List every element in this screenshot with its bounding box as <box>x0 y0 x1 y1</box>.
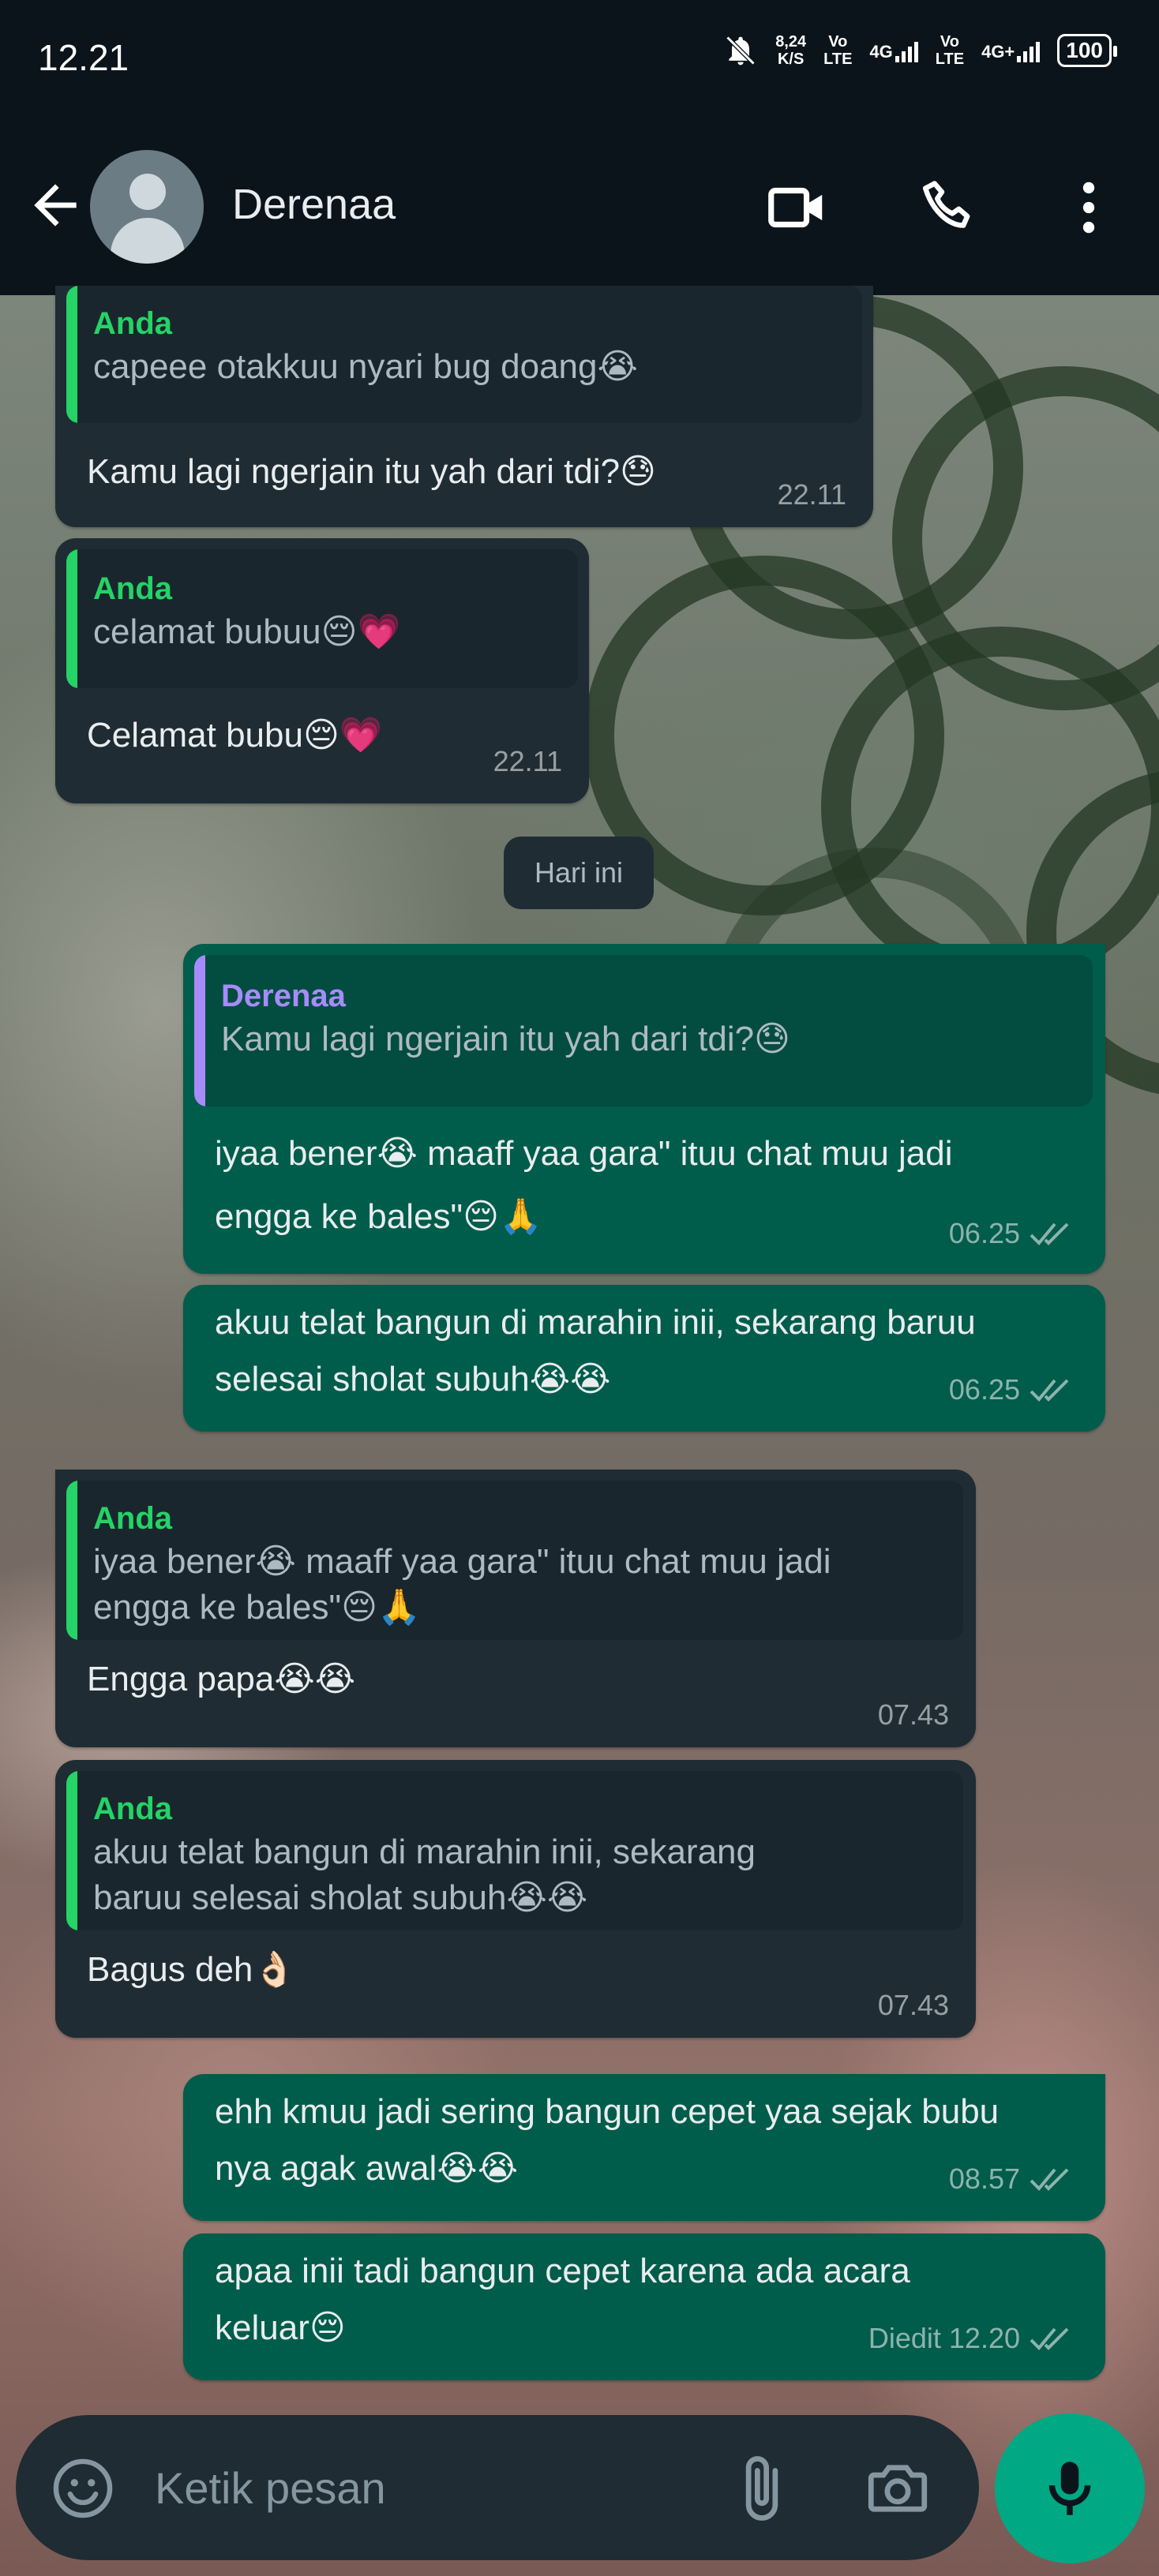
avatar[interactable] <box>90 150 204 264</box>
status-time: 12.21 <box>38 37 129 78</box>
message-bubble-incoming[interactable]: Anda iyaa bener😭 maaff yaa gara" ituu ch… <box>55 1470 976 1747</box>
message-text: apaa inii tadi bangun cepet karena ada a… <box>215 2252 910 2347</box>
message-text: iyaa bener😭 maaff yaa gara" ituu chat mu… <box>215 1134 953 1236</box>
back-arrow-icon[interactable] <box>24 174 87 237</box>
message-bubble-incoming[interactable]: Anda akuu telat bangun di marahin inii, … <box>55 1760 976 2038</box>
signal-icon-2: 4G+ <box>981 39 1041 62</box>
quoted-message[interactable]: Anda capeee otakkuu nyari bug doang😭 <box>66 286 862 423</box>
emoji-icon[interactable] <box>49 2454 117 2522</box>
quoted-message[interactable]: Anda celamat bubuu😔💗 <box>66 549 578 688</box>
message-input[interactable]: Ketik pesan <box>155 2462 386 2514</box>
volte-badge-1: Vo LTE <box>823 33 853 68</box>
message-time: 06.25 <box>949 1217 1078 1250</box>
double-check-icon <box>1030 1222 1069 1245</box>
message-text: akuu telat bangun di marahin inii, sekar… <box>215 1303 976 1398</box>
mute-bell-icon <box>726 36 756 66</box>
date-separator: Hari ini <box>504 837 654 909</box>
battery-icon: 100 <box>1057 34 1117 67</box>
net-speed: 8,24 K/S <box>775 33 807 68</box>
message-bubble-outgoing[interactable]: apaa inii tadi bangun cepet karena ada a… <box>183 2233 1105 2380</box>
camera-icon[interactable] <box>862 2453 933 2524</box>
voice-call-icon[interactable] <box>916 174 984 242</box>
message-bubble-outgoing[interactable]: Derenaa Kamu lagi ngerjain itu yah dari … <box>183 944 1105 1274</box>
message-time: 06.25 <box>949 1373 1078 1406</box>
chat-header: Derenaa <box>0 118 1159 295</box>
volte-badge-2: Vo LTE <box>935 33 965 68</box>
quoted-message[interactable]: Anda iyaa bener😭 maaff yaa gara" ituu ch… <box>66 1481 963 1640</box>
message-time: 22.11 <box>493 745 562 777</box>
double-check-icon <box>1030 1379 1069 1402</box>
edited-label: Diedit <box>868 2322 941 2354</box>
message-bubble-outgoing[interactable]: akuu telat bangun di marahin inii, sekar… <box>183 1285 1105 1432</box>
mic-button[interactable] <box>995 2413 1145 2563</box>
message-time: 07.43 <box>877 1698 949 1731</box>
double-check-icon <box>1030 2327 1069 2350</box>
message-bubble-incoming[interactable]: Anda capeee otakkuu nyari bug doang😭 Kam… <box>55 286 873 527</box>
attach-icon[interactable] <box>726 2453 797 2524</box>
message-bubble-outgoing[interactable]: ehh kmuu jadi sering bangun cepet yaa se… <box>183 2074 1105 2221</box>
message-text: Celamat bubu😔💗 <box>87 716 383 754</box>
message-text: Bagus deh👌🏻 <box>87 1950 297 1989</box>
message-time: 22.11 <box>777 478 846 511</box>
message-text: ehh kmuu jadi sering bangun cepet yaa se… <box>215 2092 1000 2188</box>
mic-icon <box>1048 2462 1091 2515</box>
quoted-message[interactable]: Anda akuu telat bangun di marahin inii, … <box>66 1771 963 1930</box>
video-call-icon[interactable] <box>763 174 831 242</box>
message-composer: Ketik pesan <box>16 2415 979 2560</box>
double-check-icon <box>1030 2168 1069 2191</box>
message-time: Diedit 12.20 <box>868 2322 1078 2355</box>
message-text: Engga papa😭😭 <box>87 1660 356 1698</box>
signal-icon-1: 4G <box>869 39 918 62</box>
status-bar: 12.21 8,24 K/S Vo LTE 4G Vo LTE 4G+ 100 <box>0 0 1159 118</box>
contact-name[interactable]: Derenaa <box>232 180 396 229</box>
message-text: Kamu lagi ngerjain itu yah dari tdi?😓 <box>87 452 656 491</box>
more-vert-icon[interactable] <box>1055 174 1123 242</box>
quoted-message[interactable]: Derenaa Kamu lagi ngerjain itu yah dari … <box>194 955 1093 1106</box>
message-bubble-incoming[interactable]: Anda celamat bubuu😔💗 Celamat bubu😔💗 22.1… <box>55 538 589 803</box>
message-time: 08.57 <box>949 2162 1078 2196</box>
status-icons: 8,24 K/S Vo LTE 4G Vo LTE 4G+ 100 <box>723 33 1117 68</box>
message-time: 07.43 <box>877 1989 949 2021</box>
